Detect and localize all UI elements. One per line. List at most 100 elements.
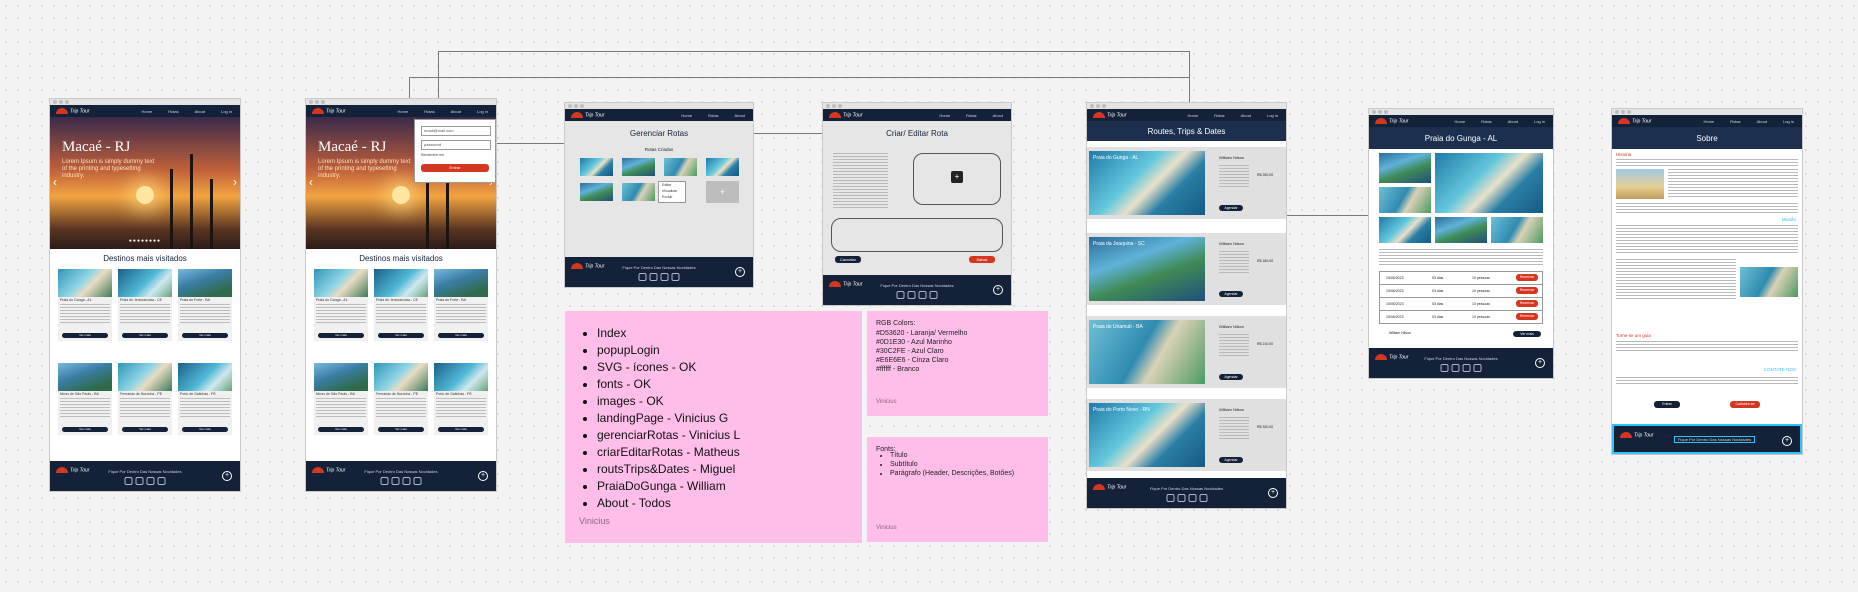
schedule-button[interactable]: Agendar (1219, 291, 1243, 297)
schedule-button[interactable]: Agendar (1219, 457, 1243, 463)
route-thumb[interactable] (622, 158, 655, 176)
guide-name: William Nilson (1389, 331, 1411, 335)
signup-button[interactable]: Cadastre-se (1730, 401, 1760, 408)
destination-card[interactable]: Morro de São Paulo - BA Ver mais (314, 363, 368, 435)
destination-card[interactable]: Morro de São Paulo - BA Ver mais (58, 363, 112, 435)
email-field[interactable]: email@mail.com (421, 126, 491, 136)
destination-card[interactable]: Praia do Forte - BA Ver mais (178, 269, 232, 341)
description-textarea[interactable] (831, 218, 1003, 252)
gallery-photo[interactable] (1491, 217, 1543, 243)
form-fields[interactable] (833, 153, 888, 208)
password-field[interactable]: password (421, 140, 491, 150)
add-icon[interactable]: + (993, 285, 1003, 295)
dates-table: 15/06/2023 03 dias 10 pessoas Reservar 15/0… (1379, 271, 1543, 325)
landing-page-frame: Trip Tour Home Rotas About Log in Macaé … (50, 99, 240, 491)
destination-card[interactable]: Porto de Galinhas - PE Ver mais (178, 363, 232, 435)
site-footer: Trip Tour Fique Por Dentro Das Nossas No… (565, 257, 753, 287)
route-price: R$ 210,00 (1257, 342, 1274, 346)
top-nav: Trip Tour Home Rotas About Log in (1612, 115, 1802, 127)
note-fonts: Fonts: Título Subtítulo Parágrafo (Heade… (867, 437, 1048, 542)
top-nav: Trip Tour Home Rotas About Log in (50, 105, 240, 117)
reserve-button[interactable]: Reservar (1516, 313, 1538, 320)
login-button[interactable]: Entrar (421, 164, 489, 172)
color-item: #30C2FE - Azul Claro (876, 348, 944, 355)
cancel-button[interactable]: Cancelar (835, 256, 861, 263)
site-footer: Trip Tour Fique Por Dentro Das Nossas No… (823, 275, 1011, 305)
destination-card[interactable]: Praia de Jericoacoara - CE Ver mais (118, 269, 172, 341)
routes-frame: Trip Tour Home Rotas About Log in Routes, T… (1087, 103, 1286, 508)
contact-heading: CONTATE-NOS (1763, 367, 1796, 372)
route-thumb[interactable] (622, 183, 655, 201)
social-icons[interactable] (380, 477, 422, 485)
add-route-button[interactable]: + (706, 181, 739, 203)
nav-routes[interactable]: Rotas (424, 109, 434, 114)
prev-arrow-icon[interactable]: ‹ (309, 175, 313, 189)
add-icon[interactable]: + (1782, 436, 1792, 446)
carousel-dots[interactable]: ●●●●●●●● (129, 238, 161, 244)
nav-login[interactable]: Log in (221, 109, 232, 114)
destination-card[interactable]: Praia do Gunga - AL Ver mais (314, 269, 368, 341)
gallery-photo[interactable] (1379, 217, 1431, 243)
add-icon[interactable]: + (222, 471, 232, 481)
route-name: Praia da Joaquina - SC (1093, 241, 1145, 247)
gallery-photo[interactable] (1379, 187, 1431, 213)
gallery-photo[interactable] (1435, 217, 1487, 243)
history-heading: História (1616, 152, 1632, 157)
brand-logo[interactable]: Trip Tour (56, 107, 89, 114)
route-thumb[interactable] (580, 183, 613, 201)
nav-about[interactable]: About (195, 109, 205, 114)
guide-name: William Nilson (1219, 324, 1245, 329)
route-thumb[interactable] (706, 158, 739, 176)
prev-arrow-icon[interactable]: ‹ (53, 175, 57, 189)
guide-name: William Nilson (1219, 241, 1245, 246)
colors-title: RGB Colors: (876, 320, 916, 327)
color-item: #D53620 - Laranja/ Vermelho (876, 330, 968, 337)
page-title: Gerenciar Rotas (629, 129, 689, 138)
add-icon[interactable]: + (1268, 488, 1278, 498)
nav-home[interactable]: Home (142, 109, 153, 114)
remember-checkbox[interactable]: Remember me (421, 153, 444, 157)
top-nav: Trip Tour Home Rotas About (823, 109, 1011, 121)
destination-card[interactable]: Porto de Galinhas - PE Ver mais (434, 363, 488, 435)
nav-login[interactable]: Log in (477, 109, 488, 114)
reserve-button[interactable]: Reservar (1516, 287, 1538, 294)
destination-card[interactable]: Praia de Jericoacoara - CE Ver mais (374, 269, 428, 341)
add-icon[interactable]: + (1535, 358, 1545, 368)
destination-card[interactable]: Praia do Forte - BA Ver mais (434, 269, 488, 341)
destination-card[interactable]: Fernando de Noronha - PE Ver mais (118, 363, 172, 435)
menu-delete[interactable]: Excluir (659, 194, 685, 200)
route-thumb[interactable] (580, 158, 613, 176)
site-footer: Trip Tour Fique Por Dentro Das Nossas No… (50, 461, 240, 491)
login-button[interactable]: Entrar (1654, 401, 1680, 408)
nav-about[interactable]: About (451, 109, 461, 114)
nav-routes[interactable]: Rotas (168, 109, 178, 114)
destination-card[interactable]: Fernando de Noronha - PE Ver mais (374, 363, 428, 435)
gallery-photo[interactable] (1379, 153, 1431, 183)
instagram-icon (135, 477, 144, 485)
nav-home[interactable]: Home (398, 109, 409, 114)
add-icon[interactable]: + (735, 267, 745, 277)
route-name: Praia do Gunga - AL (1093, 155, 1139, 161)
hero-title: Macaé - RJ (318, 139, 387, 155)
add-icon[interactable]: + (478, 471, 488, 481)
reserve-button[interactable]: Reservar (1516, 274, 1538, 281)
gunga-detail-frame: Trip Tour Home Rotas About Log in Praia do … (1369, 109, 1553, 378)
gallery-photo[interactable] (1435, 153, 1543, 213)
footer-tagline: Fique Por Dentro Das Nossas Novidades (108, 469, 182, 474)
destination-card[interactable]: Praia do Gunga - AL Ver mais (58, 269, 112, 341)
schedule-button[interactable]: Agendar (1219, 374, 1243, 380)
image-upload-box[interactable]: + (913, 153, 1001, 205)
page-title: Praia do Gunga - AL (1424, 134, 1498, 143)
mission-heading: Missão (1781, 217, 1796, 222)
twitter-icon (124, 477, 133, 485)
route-thumb[interactable] (664, 158, 697, 176)
schedule-button[interactable]: Agendar (1219, 205, 1243, 211)
social-icons[interactable] (124, 477, 166, 485)
reserve-button[interactable]: Reservar (1516, 300, 1538, 307)
more-button[interactable]: Ver mais (1513, 331, 1541, 337)
add-image-icon: + (951, 171, 963, 183)
hero-title: Macaé - RJ (62, 139, 131, 155)
save-button[interactable]: Salvar (969, 256, 995, 263)
route-name: Praia do Porto Novo - RN (1093, 407, 1150, 413)
next-arrow-icon[interactable]: › (233, 175, 237, 189)
